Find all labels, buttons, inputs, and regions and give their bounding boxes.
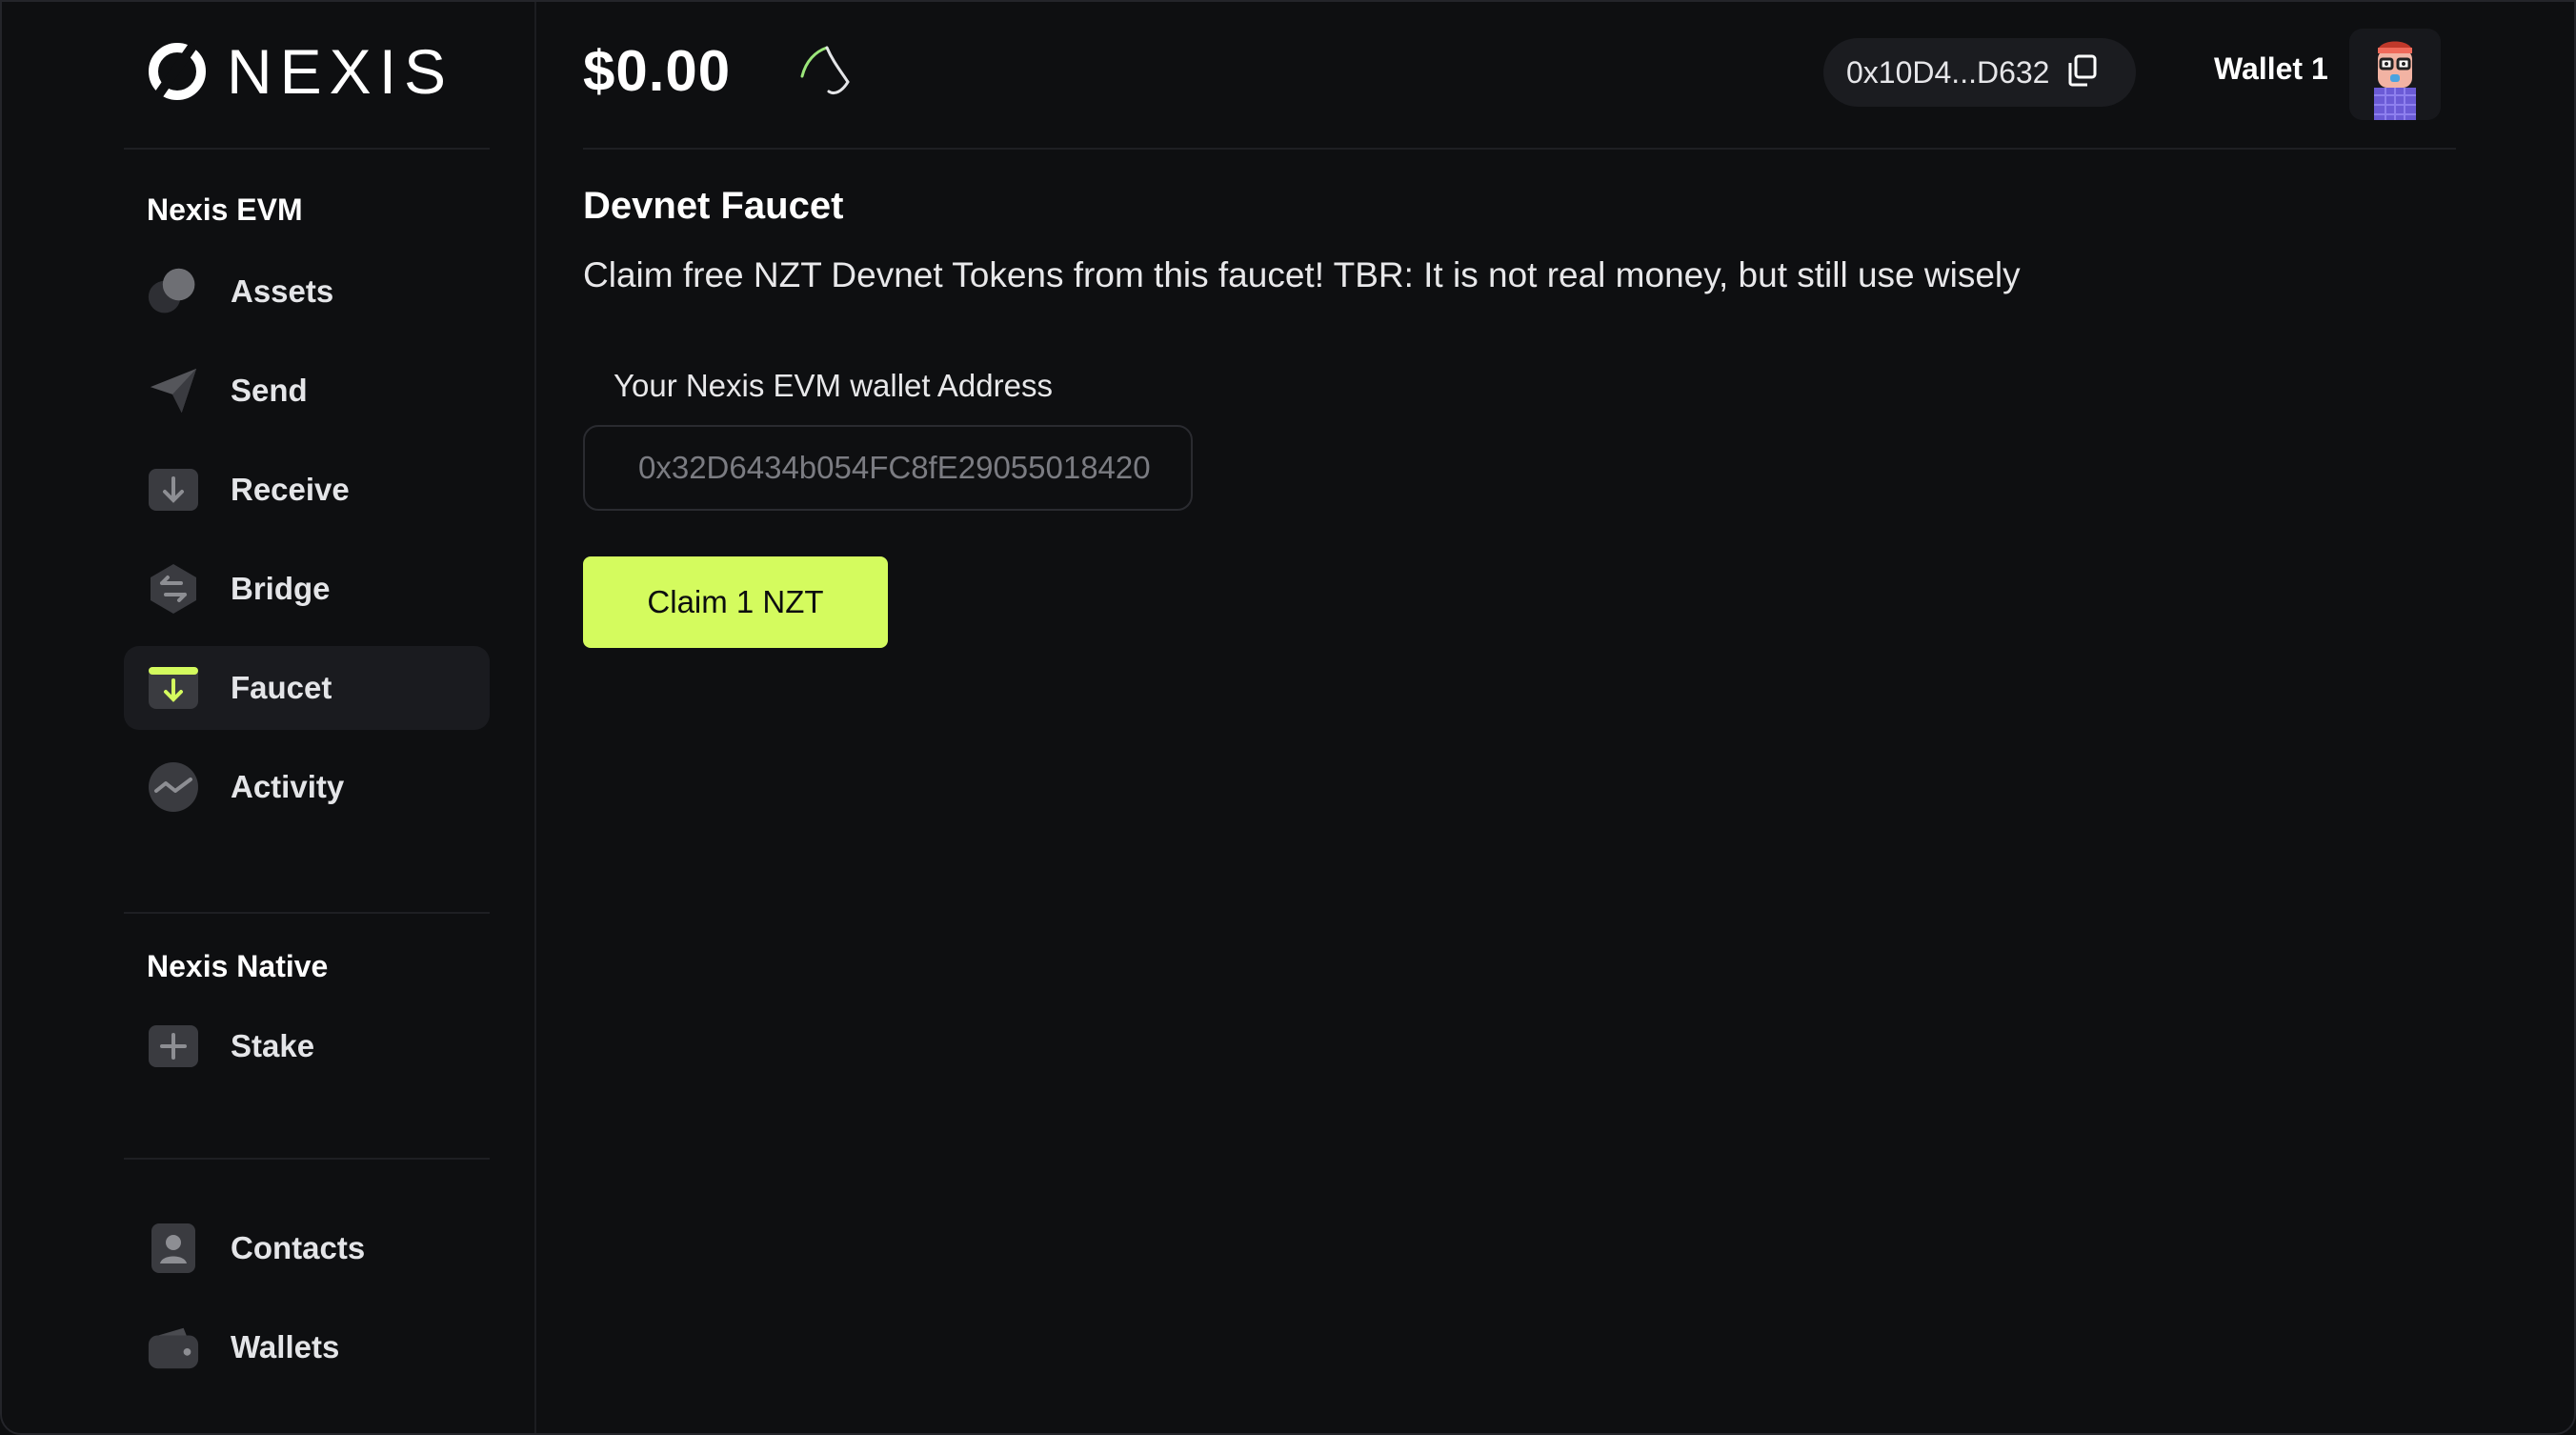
- logo-text: NEXIS: [227, 36, 454, 107]
- address-pill[interactable]: 0x10D4...D632: [1823, 38, 2136, 107]
- sidebar-item-faucet[interactable]: Faucet: [124, 646, 490, 730]
- sidebar-item-label: Assets: [231, 273, 334, 309]
- wallet-name[interactable]: Wallet 1: [2214, 51, 2328, 87]
- sidebar-divider: [124, 912, 490, 914]
- sidebar-item-stake[interactable]: Stake: [124, 1004, 490, 1088]
- assets-icon: [147, 265, 200, 318]
- copy-icon[interactable]: [2066, 54, 2097, 91]
- sidebar-item-assets[interactable]: Assets: [124, 250, 490, 333]
- refresh-icon[interactable]: [796, 42, 854, 99]
- sidebar-divider: [124, 1158, 490, 1160]
- stake-icon: [147, 1020, 200, 1073]
- send-icon: [147, 364, 200, 417]
- sidebar-item-label: Faucet: [231, 670, 332, 705]
- sidebar-item-label: Activity: [231, 769, 345, 804]
- sidebar-item-label: Contacts: [231, 1230, 366, 1265]
- sidebar-item-activity[interactable]: Activity: [124, 745, 490, 829]
- bridge-icon: [147, 562, 200, 616]
- address-field-label: Your Nexis EVM wallet Address: [614, 368, 1053, 403]
- sidebar-item-contacts[interactable]: Contacts: [124, 1206, 490, 1290]
- sidebar-item-send[interactable]: Send: [124, 349, 490, 433]
- page-description: Claim free NZT Devnet Tokens from this f…: [583, 255, 2021, 294]
- sidebar-item-bridge[interactable]: Bridge: [124, 547, 490, 631]
- contacts-icon: [147, 1222, 200, 1275]
- claim-button[interactable]: Claim 1 NZT: [583, 556, 888, 648]
- avatar[interactable]: [2349, 29, 2441, 120]
- section-title-nexis-native: Nexis Native: [147, 949, 329, 983]
- activity-icon: [147, 760, 200, 814]
- sidebar-item-receive[interactable]: Receive: [124, 448, 490, 532]
- nexis-logo-icon: [149, 43, 206, 100]
- sidebar-item-label: Send: [231, 373, 308, 408]
- sidebar-item-label: Stake: [231, 1028, 315, 1063]
- receive-icon: [147, 463, 200, 516]
- wallet-address: 0x10D4...D632: [1846, 54, 2050, 90]
- page-title: Devnet Faucet: [583, 185, 844, 227]
- app-window: NEXIS Nexis EVM Assets Send Receive Brid…: [0, 0, 2576, 1435]
- sidebar-item-wallets[interactable]: Wallets: [124, 1305, 490, 1389]
- sidebar-item-label: Wallets: [231, 1329, 340, 1364]
- sidebar: NEXIS Nexis EVM Assets Send Receive Brid…: [2, 2, 536, 1433]
- sidebar-divider: [124, 148, 490, 150]
- wallets-icon: [147, 1321, 200, 1374]
- total-balance: $0.00: [583, 39, 732, 103]
- sidebar-item-label: Bridge: [231, 571, 331, 606]
- header-divider: [583, 148, 2456, 150]
- nexis-logo[interactable]: NEXIS: [149, 36, 454, 107]
- faucet-icon: [147, 661, 200, 715]
- section-title-nexis-evm: Nexis EVM: [147, 192, 303, 227]
- sidebar-item-label: Receive: [231, 472, 350, 507]
- wallet-address-input[interactable]: [583, 425, 1193, 511]
